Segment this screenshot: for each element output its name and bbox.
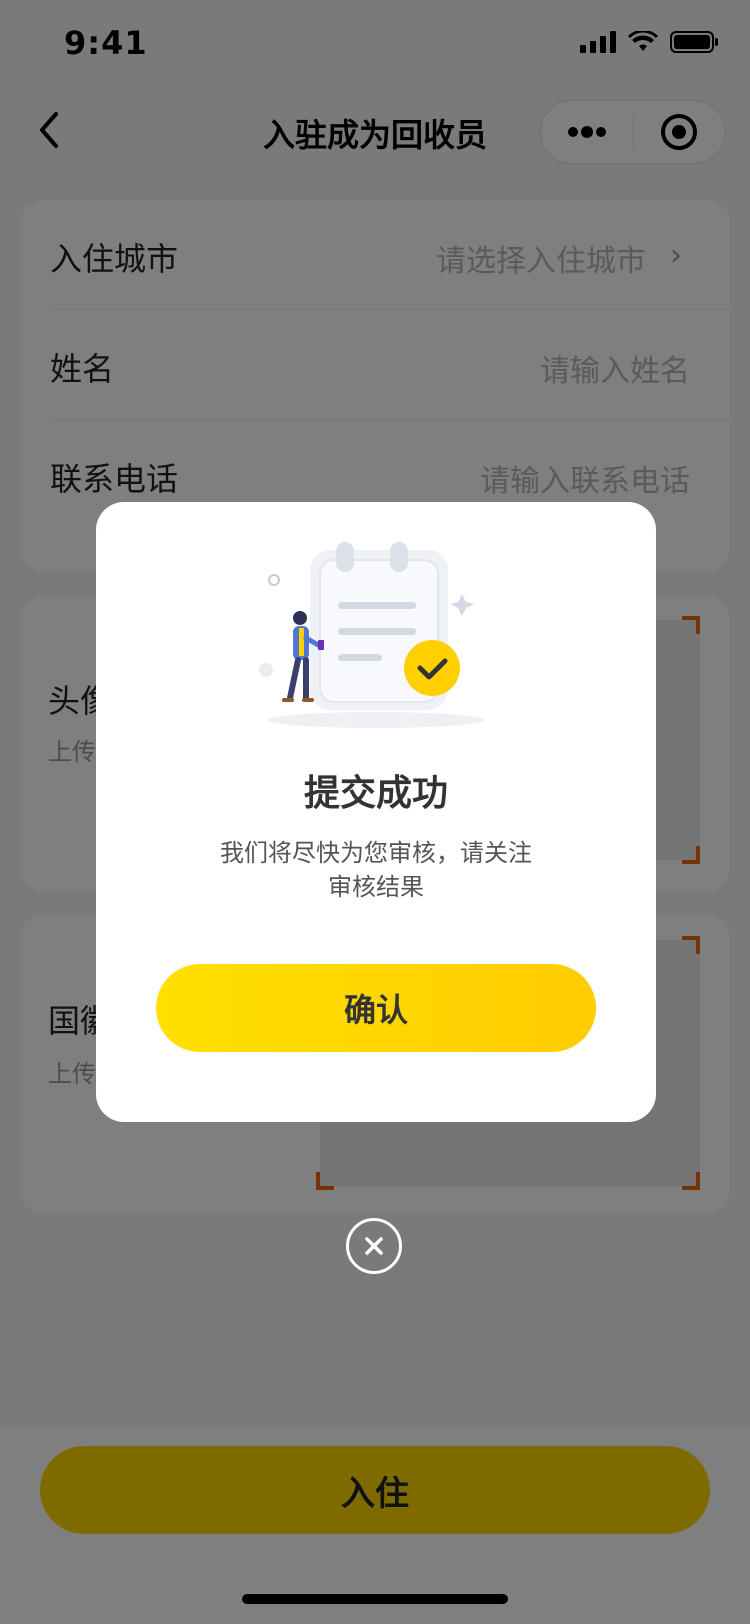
modal-desc-line2: 审核结果 (328, 873, 424, 901)
close-icon (365, 1237, 383, 1255)
success-illustration (259, 542, 484, 728)
modal-close-button[interactable] (346, 1218, 402, 1274)
modal-description: 我们将尽快为您审核，请关注 审核结果 (196, 836, 556, 904)
modal-desc-line1: 我们将尽快为您审核，请关注 (220, 839, 532, 867)
modal-title: 提交成功 (303, 773, 448, 814)
success-modal: 提交成功 我们将尽快为您审核，请关注 审核结果 确认 (96, 502, 656, 1122)
confirm-button[interactable]: 确认 (156, 964, 596, 1052)
home-indicator (242, 1594, 508, 1604)
